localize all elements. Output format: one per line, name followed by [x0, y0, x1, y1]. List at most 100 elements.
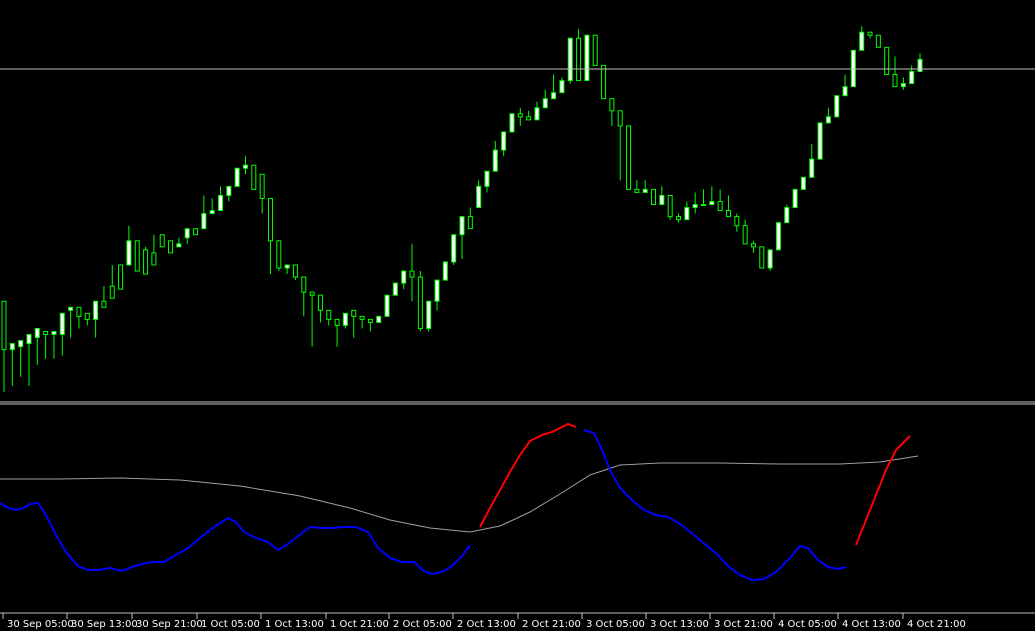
- candle-body: [292, 264, 298, 278]
- candle-body: [184, 228, 190, 239]
- candle: [193, 228, 199, 236]
- candle-body: [251, 164, 257, 190]
- x-tick-label: 1 Oct 05:00: [201, 619, 260, 630]
- candle-body: [734, 216, 740, 227]
- candle-body: [434, 279, 440, 302]
- candle: [651, 188, 657, 206]
- candle-body: [526, 116, 532, 121]
- x-tick-label: 2 Oct 13:00: [457, 619, 516, 630]
- candle-body: [51, 330, 57, 336]
- candle-body: [567, 37, 573, 82]
- candle-body: [317, 294, 323, 311]
- candle-body: [467, 216, 473, 230]
- candle-body: [659, 194, 665, 206]
- candle-body: [126, 240, 132, 266]
- x-tick-label: 30 Sep 05:00: [7, 619, 74, 630]
- candle-body: [509, 113, 515, 133]
- candle-body: [651, 188, 657, 206]
- chart-svg: 30 Sep 05:0030 Sep 13:0030 Sep 21:001 Oc…: [0, 0, 1035, 631]
- candle-body: [118, 264, 124, 290]
- candle-body: [193, 228, 199, 236]
- x-tick-label: 1 Oct 13:00: [265, 619, 324, 630]
- candle-body: [168, 240, 174, 254]
- candle: [626, 125, 632, 190]
- candle-body: [784, 207, 790, 224]
- x-tick-label: 4 Oct 05:00: [778, 619, 837, 630]
- candle-body: [642, 188, 648, 193]
- candle-body: [334, 318, 340, 326]
- candle-body: [709, 200, 715, 206]
- candle-body: [626, 125, 632, 190]
- candle-body: [451, 234, 457, 263]
- candle-body: [109, 285, 115, 299]
- candle: [784, 204, 790, 224]
- candle: [667, 194, 673, 220]
- candle-body: [134, 240, 140, 272]
- x-tick-label: 2 Oct 21:00: [522, 619, 581, 630]
- candle: [251, 164, 257, 190]
- candle: [884, 46, 890, 76]
- candle: [875, 34, 881, 48]
- candle: [134, 240, 140, 272]
- candle: [143, 246, 149, 275]
- candle-body: [9, 343, 15, 351]
- x-tick-label: 3 Oct 13:00: [650, 619, 709, 630]
- candle: [792, 188, 798, 209]
- candle: [817, 122, 823, 160]
- candle: [509, 113, 515, 133]
- candle-body: [151, 252, 157, 266]
- candle-body: [609, 98, 615, 112]
- candle-body: [93, 300, 99, 320]
- candle-body: [750, 243, 756, 248]
- candle-body: [376, 315, 382, 323]
- x-tick-label: 2 Oct 05:00: [393, 619, 452, 630]
- candle-body: [909, 70, 915, 85]
- candle: [168, 240, 174, 254]
- candle-body: [384, 294, 390, 317]
- candle-body: [34, 327, 40, 339]
- candle-body: [601, 64, 607, 100]
- candle-body: [700, 204, 706, 207]
- candle: [234, 167, 240, 187]
- candle-body: [850, 49, 856, 88]
- candle-body: [584, 34, 590, 82]
- candle: [451, 234, 457, 265]
- candle-body: [775, 222, 781, 251]
- candle: [834, 95, 840, 118]
- candle: [759, 246, 765, 269]
- candle-body: [875, 34, 881, 48]
- candle-body: [834, 95, 840, 118]
- candle-body: [326, 309, 332, 320]
- candle-body: [18, 340, 24, 348]
- candle-body: [43, 330, 49, 336]
- candle: [850, 49, 856, 88]
- x-tick-label: 1 Oct 21:00: [330, 619, 389, 630]
- candle-body: [242, 164, 248, 169]
- candle-body: [409, 270, 415, 278]
- candle-body: [101, 300, 107, 308]
- candle: [584, 34, 590, 82]
- candle-body: [825, 116, 831, 124]
- candle-body: [551, 92, 557, 100]
- candle-body: [676, 216, 682, 221]
- candle-body: [226, 185, 232, 196]
- candle-body: [392, 282, 398, 296]
- candle-body: [218, 194, 224, 212]
- x-tick-label: 3 Oct 05:00: [586, 619, 645, 630]
- candle-body: [576, 37, 582, 82]
- candle-body: [68, 306, 74, 311]
- candle-body: [417, 276, 423, 329]
- candle-body: [284, 264, 290, 269]
- candle-body: [517, 113, 523, 118]
- candle: [276, 240, 282, 272]
- candle-body: [534, 107, 540, 121]
- candle-body: [884, 46, 890, 76]
- candle: [159, 234, 165, 248]
- candle-body: [459, 216, 465, 236]
- candle: [392, 282, 398, 296]
- x-tick-label: 30 Sep 21:00: [136, 619, 203, 630]
- candle-body: [917, 58, 923, 72]
- candle-body: [634, 188, 640, 193]
- chart-background: [0, 0, 1035, 631]
- candle: [567, 37, 573, 84]
